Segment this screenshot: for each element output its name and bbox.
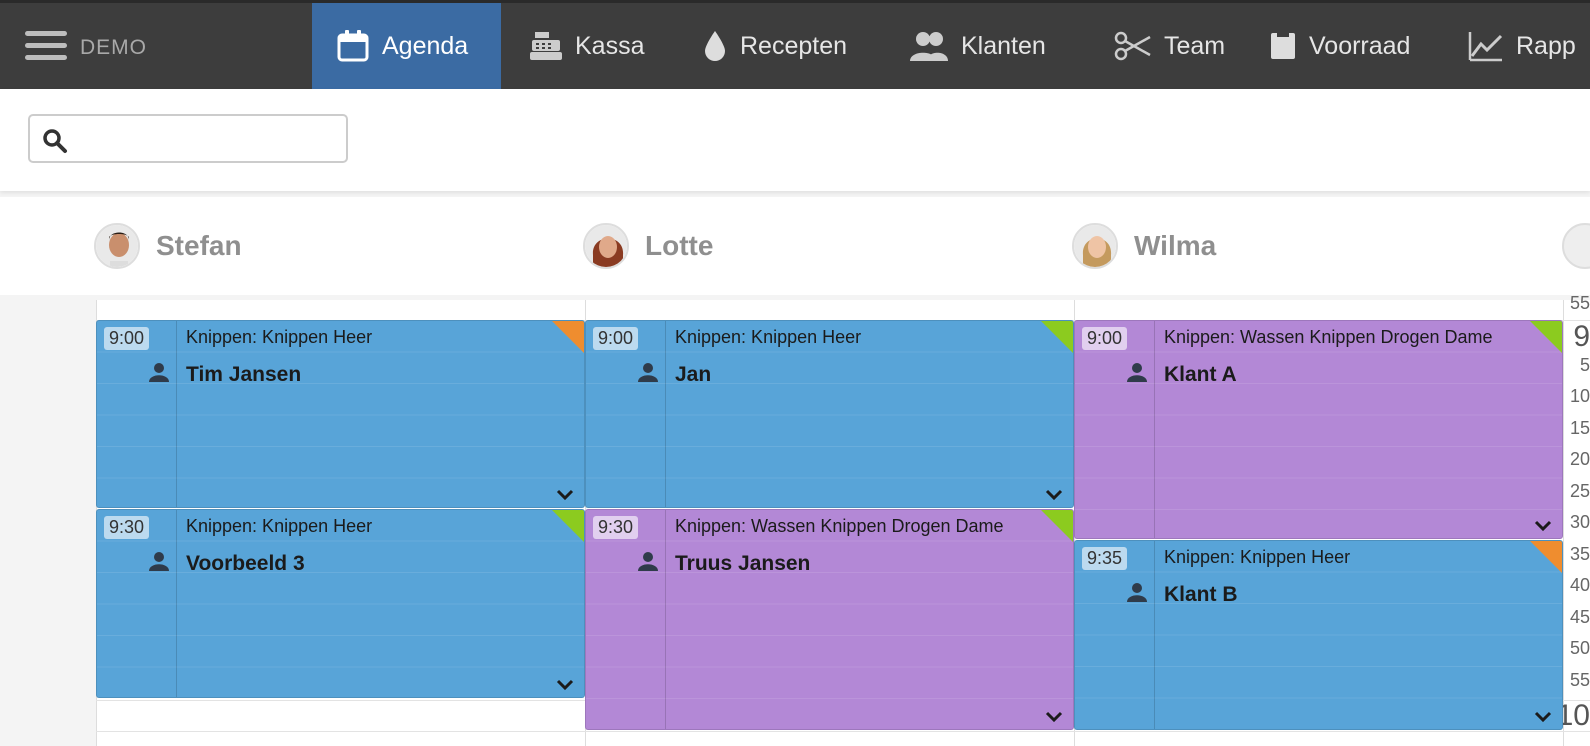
nav-kassa-label: Kassa	[575, 31, 645, 60]
nav-recepten-label: Recepten	[740, 31, 848, 60]
appointment-client: Klant A	[1164, 363, 1237, 386]
nav-rapportage[interactable]: Rapp	[1444, 3, 1590, 89]
appointment-client: Voorbeeld 3	[186, 552, 305, 575]
appointment-time: 9:35	[1082, 547, 1128, 570]
staff-lotte[interactable]: Lotte	[583, 221, 713, 271]
gridline	[96, 731, 1590, 732]
chevron-down-icon[interactable]	[556, 489, 574, 501]
brand-label: DEMO	[80, 36, 147, 59]
search-bar	[0, 89, 1590, 191]
staff-name: Wilma	[1134, 230, 1217, 261]
chevron-down-icon[interactable]	[1045, 489, 1063, 501]
status-corner	[1041, 510, 1073, 542]
appointment-time: 9:00	[1082, 327, 1128, 350]
nav-agenda[interactable]: Agenda	[312, 3, 501, 89]
person-icon	[149, 363, 169, 382]
search-input[interactable]	[80, 122, 339, 158]
appointment-time: 9:30	[593, 516, 639, 539]
chevron-down-icon[interactable]	[1534, 520, 1552, 532]
nav-rapportage-label: Rapp	[1516, 31, 1576, 60]
nav-kassa[interactable]: Kassa	[505, 3, 668, 89]
search-field[interactable]	[28, 114, 348, 163]
users-icon	[910, 32, 948, 61]
appointment-card[interactable]: 9:00 Knippen: Knippen Heer Jan	[585, 320, 1074, 508]
chevron-down-icon[interactable]	[1534, 711, 1552, 723]
appointment-client: Tim Jansen	[186, 363, 302, 386]
person-icon	[638, 552, 658, 571]
nav-klanten[interactable]: Klanten	[885, 3, 1070, 89]
status-corner	[1041, 321, 1073, 353]
person-icon	[1127, 583, 1147, 602]
staff-wilma[interactable]: Wilma	[1072, 221, 1216, 271]
top-navigation: DEMO Agenda Kassa Recepten Klanten Team …	[0, 0, 1590, 89]
time-label: 55	[1569, 293, 1590, 313]
person-icon	[638, 363, 658, 382]
drop-icon	[705, 31, 725, 61]
avatar	[1562, 223, 1590, 269]
nav-voorraad[interactable]: Voorraad	[1245, 3, 1434, 89]
status-corner	[552, 321, 584, 353]
agenda-grid: 55 9 5 10 15 20 25 30 35 40 45 50 55 10 …	[0, 293, 1590, 746]
appointment-service: Knippen: Wassen Knippen Drogen Dame	[675, 516, 1004, 536]
person-icon	[149, 552, 169, 571]
avatar	[94, 223, 140, 269]
nav-voorraad-label: Voorraad	[1309, 31, 1411, 60]
appointment-service: Knippen: Knippen Heer	[186, 516, 373, 536]
staff-header: Stefan Lotte Wilma	[0, 197, 1590, 295]
appointment-time: 9:30	[104, 516, 150, 539]
appointment-service: Knippen: Knippen Heer	[186, 327, 373, 347]
appointment-card[interactable]: 9:30 Knippen: Wassen Knippen Drogen Dame…	[585, 509, 1074, 730]
avatar	[583, 223, 629, 269]
appointment-time: 9:00	[593, 327, 639, 350]
chevron-down-icon[interactable]	[1045, 711, 1063, 723]
staff-stefan[interactable]: Stefan	[94, 221, 242, 271]
appointment-service: Knippen: Wassen Knippen Drogen Dame	[1164, 327, 1493, 347]
calendar-icon	[337, 30, 369, 62]
appointment-client: Klant B	[1164, 583, 1238, 606]
nav-recepten[interactable]: Recepten	[678, 3, 871, 89]
person-icon	[1127, 363, 1147, 382]
appointment-client: Truus Jansen	[675, 552, 811, 575]
box-icon	[1271, 33, 1295, 59]
status-corner	[552, 510, 584, 542]
nav-team-label: Team	[1164, 31, 1226, 60]
nav-agenda-label: Agenda	[382, 31, 469, 60]
cash-register-icon	[530, 32, 562, 60]
hamburger-menu-icon[interactable]	[25, 31, 67, 63]
staff-name: Lotte	[645, 230, 714, 261]
scissors-icon	[1114, 31, 1151, 61]
nav-klanten-label: Klanten	[961, 31, 1046, 60]
appointment-card[interactable]: 9:35 Knippen: Knippen Heer Klant B	[1074, 540, 1563, 730]
chart-icon	[1468, 32, 1503, 62]
appointment-client: Jan	[675, 363, 712, 386]
appointment-time: 9:00	[104, 327, 150, 350]
chevron-down-icon[interactable]	[556, 679, 574, 691]
staff-name: Stefan	[156, 230, 242, 261]
search-icon	[43, 129, 67, 153]
avatar	[1072, 223, 1118, 269]
appointment-card[interactable]: 9:00 Knippen: Knippen Heer Tim Jansen	[96, 320, 585, 508]
nav-team[interactable]: Team	[1090, 3, 1249, 89]
status-corner	[1530, 541, 1562, 573]
appointment-service: Knippen: Knippen Heer	[1164, 547, 1351, 567]
appointment-service: Knippen: Knippen Heer	[675, 327, 862, 347]
staff-next[interactable]	[1562, 221, 1590, 271]
appointment-card[interactable]: 9:00 Knippen: Wassen Knippen Drogen Dame…	[1074, 320, 1563, 539]
status-corner	[1530, 321, 1562, 353]
appointment-card[interactable]: 9:30 Knippen: Knippen Heer Voorbeeld 3	[96, 509, 585, 698]
